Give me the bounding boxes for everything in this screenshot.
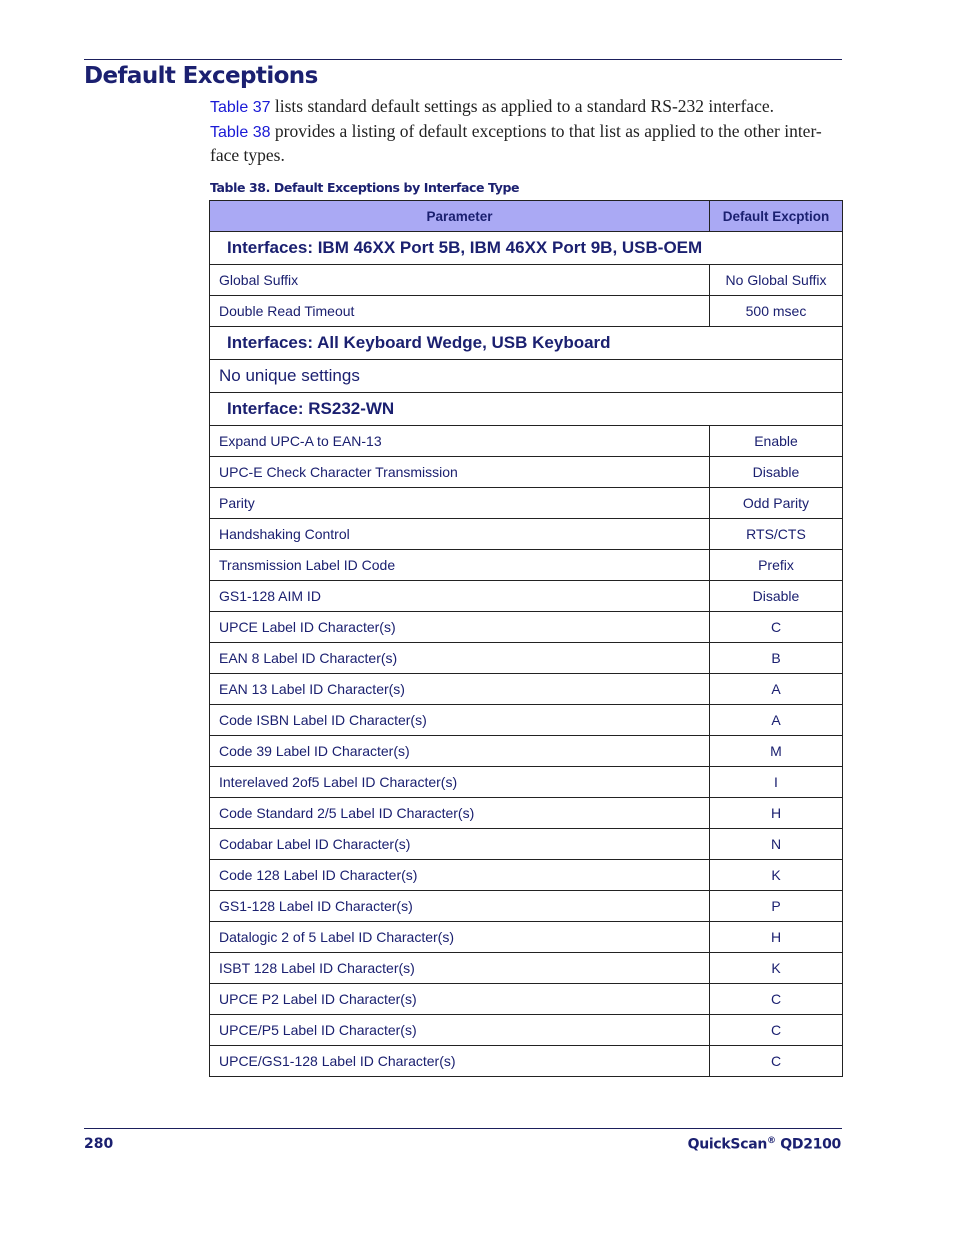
default-value-cell: C	[709, 611, 843, 643]
header-default-exception: Default Excption	[709, 200, 843, 232]
product-brand: QuickScan	[687, 1136, 768, 1153]
table-row: GS1-128 AIM ID Disable	[209, 580, 843, 612]
default-value-cell: P	[709, 890, 843, 922]
parameter-cell: UPCE P2 Label ID Character(s)	[209, 983, 710, 1015]
table-row: UPCE P2 Label ID Character(s) C	[209, 983, 843, 1015]
page-title: Default Exceptions	[84, 63, 318, 89]
parameter-cell: Global Suffix	[209, 264, 710, 296]
parameter-cell: Code 128 Label ID Character(s)	[209, 859, 710, 891]
default-value-cell: 500 msec	[709, 295, 843, 327]
default-value-cell: H	[709, 797, 843, 829]
table-row: Code Standard 2/5 Label ID Character(s) H	[209, 797, 843, 829]
product-name: QuickScan® QD2100	[687, 1136, 842, 1153]
registered-mark: ®	[767, 1136, 776, 1146]
table-row: Parity Odd Parity	[209, 487, 843, 519]
default-value-cell: C	[709, 1014, 843, 1046]
parameter-cell: Parity	[209, 487, 710, 519]
parameter-cell: Handshaking Control	[209, 518, 710, 550]
table-row: Handshaking Control RTS/CTS	[209, 518, 843, 550]
default-value-cell: K	[709, 952, 843, 984]
parameter-cell: Codabar Label ID Character(s)	[209, 828, 710, 860]
parameter-cell: ISBT 128 Label ID Character(s)	[209, 952, 710, 984]
table-row: Code ISBN Label ID Character(s) A	[209, 704, 843, 736]
section-note-row: No unique settings	[209, 359, 843, 393]
intro-text-2: provides a listing of default exceptions…	[210, 120, 822, 166]
parameter-cell: EAN 13 Label ID Character(s)	[209, 673, 710, 705]
table-row: Code 128 Label ID Character(s) K	[209, 859, 843, 891]
parameter-cell: GS1-128 AIM ID	[209, 580, 710, 612]
parameter-cell: UPCE/GS1-128 Label ID Character(s)	[209, 1045, 710, 1077]
default-value-cell: Disable	[709, 580, 843, 612]
section-row: Interfaces: All Keyboard Wedge, USB Keyb…	[209, 326, 843, 360]
default-value-cell: No Global Suffix	[709, 264, 843, 296]
table-row: Codabar Label ID Character(s) N	[209, 828, 843, 860]
table-row: Double Read Timeout 500 msec	[209, 295, 843, 327]
table-row: UPCE Label ID Character(s) C	[209, 611, 843, 643]
bottom-rule	[84, 1128, 842, 1129]
parameter-cell: Transmission Label ID Code	[209, 549, 710, 581]
default-value-cell: Prefix	[709, 549, 843, 581]
intro-text-1: lists standard default settings as appli…	[270, 96, 774, 116]
page-number: 280	[84, 1136, 114, 1152]
table-caption: Table 38. Default Exceptions by Interfac…	[210, 180, 520, 195]
default-value-cell: A	[709, 704, 843, 736]
default-value-cell: Odd Parity	[709, 487, 843, 519]
table-row: UPC-E Check Character Transmission Disabl…	[209, 456, 843, 488]
table-row: EAN 8 Label ID Character(s) B	[209, 642, 843, 674]
table-row: Interelaved 2of5 Label ID Character(s) I	[209, 766, 843, 798]
parameter-cell: EAN 8 Label ID Character(s)	[209, 642, 710, 674]
parameter-cell: Code Standard 2/5 Label ID Character(s)	[209, 797, 710, 829]
table-row: UPCE/GS1-128 Label ID Character(s) C	[209, 1045, 843, 1077]
section-title: Interfaces: All Keyboard Wedge, USB Keyb…	[209, 326, 843, 360]
table-row: Code 39 Label ID Character(s) M	[209, 735, 843, 767]
default-value-cell: C	[709, 1045, 843, 1077]
default-value-cell: B	[709, 642, 843, 674]
table-row: EAN 13 Label ID Character(s) A	[209, 673, 843, 705]
parameter-cell: Code ISBN Label ID Character(s)	[209, 704, 710, 736]
default-value-cell: M	[709, 735, 843, 767]
product-model: QD2100	[775, 1136, 841, 1153]
default-value-cell: A	[709, 673, 843, 705]
table-row: ISBT 128 Label ID Character(s) K	[209, 952, 843, 984]
parameter-cell: UPCE Label ID Character(s)	[209, 611, 710, 643]
default-value-cell: Enable	[709, 425, 843, 457]
section-row: Interfaces: IBM 46XX Port 5B, IBM 46XX P…	[209, 231, 843, 265]
section-title: Interface: RS232-WN	[209, 392, 843, 426]
section-title: Interfaces: IBM 46XX Port 5B, IBM 46XX P…	[209, 231, 843, 265]
intro-paragraph: Table 37 lists standard default settings…	[210, 95, 850, 167]
section-row: Interface: RS232-WN	[209, 392, 843, 426]
default-value-cell: C	[709, 983, 843, 1015]
parameter-cell: UPC-E Check Character Transmission	[209, 456, 710, 488]
table-37-link[interactable]: Table 37	[210, 99, 271, 116]
parameter-cell: Code 39 Label ID Character(s)	[209, 735, 710, 767]
parameter-cell: GS1-128 Label ID Character(s)	[209, 890, 710, 922]
table-row: Global Suffix No Global Suffix	[209, 264, 843, 296]
table-row: Expand UPC-A to EAN-13 Enable	[209, 425, 843, 457]
default-value-cell: K	[709, 859, 843, 891]
top-rule	[84, 59, 842, 60]
table-body: Interfaces: IBM 46XX Port 5B, IBM 46XX P…	[209, 231, 843, 1077]
section-note: No unique settings	[209, 359, 843, 393]
default-value-cell: I	[709, 766, 843, 798]
table-row: Transmission Label ID Code Prefix	[209, 549, 843, 581]
table-38-link[interactable]: Table 38	[210, 124, 271, 141]
table-header-row: Parameter Default Excption	[209, 200, 843, 232]
default-value-cell: H	[709, 921, 843, 953]
table-row: GS1-128 Label ID Character(s) P	[209, 890, 843, 922]
parameter-cell: Datalogic 2 of 5 Label ID Character(s)	[209, 921, 710, 953]
parameter-cell: Double Read Timeout	[209, 295, 710, 327]
header-parameter: Parameter	[209, 200, 710, 232]
table-row: Datalogic 2 of 5 Label ID Character(s) H	[209, 921, 843, 953]
parameter-cell: Expand UPC-A to EAN-13	[209, 425, 710, 457]
default-value-cell: Disable	[709, 456, 843, 488]
table-row: UPCE/P5 Label ID Character(s) C	[209, 1014, 843, 1046]
default-value-cell: N	[709, 828, 843, 860]
parameter-cell: Interelaved 2of5 Label ID Character(s)	[209, 766, 710, 798]
default-value-cell: RTS/CTS	[709, 518, 843, 550]
parameter-cell: UPCE/P5 Label ID Character(s)	[209, 1014, 710, 1046]
default-exceptions-table: Parameter Default Excption Interfaces: I…	[209, 200, 843, 1077]
